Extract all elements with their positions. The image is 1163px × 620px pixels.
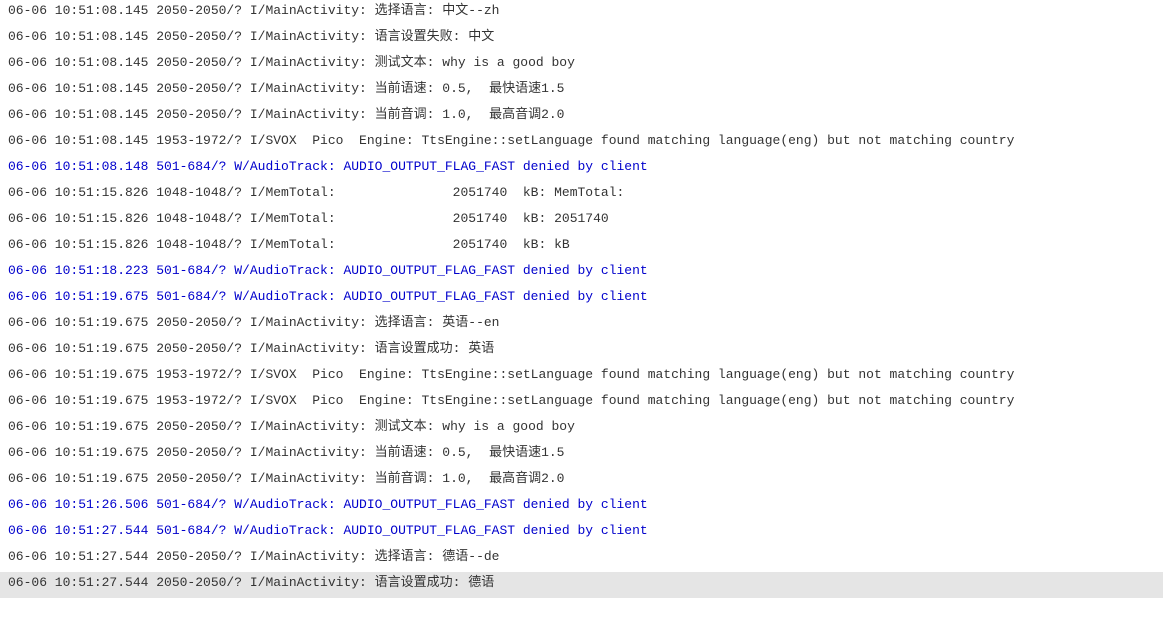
log-text: 06-06 10:51:27.544 2050-2050/? I/MainAct…	[8, 550, 499, 563]
log-line[interactable]: 06-06 10:51:15.826 1048-1048/? I/MemTota…	[0, 182, 1163, 208]
logcat-panel[interactable]: 06-06 10:51:08.145 2050-2050/? I/MainAct…	[0, 0, 1163, 598]
log-line[interactable]: 06-06 10:51:08.145 1953-1972/? I/SVOX Pi…	[0, 130, 1163, 156]
log-text: 06-06 10:51:19.675 2050-2050/? I/MainAct…	[8, 342, 494, 355]
log-line[interactable]: 06-06 10:51:18.223 501-684/? W/AudioTrac…	[0, 260, 1163, 286]
log-line[interactable]: 06-06 10:51:08.145 2050-2050/? I/MainAct…	[0, 78, 1163, 104]
log-text: 06-06 10:51:27.544 501-684/? W/AudioTrac…	[8, 524, 648, 537]
log-line[interactable]: 06-06 10:51:27.544 501-684/? W/AudioTrac…	[0, 520, 1163, 546]
log-text: 06-06 10:51:08.145 2050-2050/? I/MainAct…	[8, 82, 564, 95]
log-text: 06-06 10:51:18.223 501-684/? W/AudioTrac…	[8, 264, 648, 277]
log-text: 06-06 10:51:27.544 2050-2050/? I/MainAct…	[8, 576, 494, 589]
log-line[interactable]: 06-06 10:51:19.675 2050-2050/? I/MainAct…	[0, 416, 1163, 442]
log-line[interactable]: 06-06 10:51:27.544 2050-2050/? I/MainAct…	[0, 572, 1163, 598]
log-text: 06-06 10:51:19.675 501-684/? W/AudioTrac…	[8, 290, 648, 303]
log-line[interactable]: 06-06 10:51:19.675 2050-2050/? I/MainAct…	[0, 338, 1163, 364]
log-text: 06-06 10:51:15.826 1048-1048/? I/MemTota…	[8, 186, 624, 199]
log-line[interactable]: 06-06 10:51:08.145 2050-2050/? I/MainAct…	[0, 0, 1163, 26]
log-line[interactable]: 06-06 10:51:19.675 1953-1972/? I/SVOX Pi…	[0, 390, 1163, 416]
log-text: 06-06 10:51:08.145 2050-2050/? I/MainAct…	[8, 4, 499, 17]
log-text: 06-06 10:51:15.826 1048-1048/? I/MemTota…	[8, 238, 570, 251]
log-text: 06-06 10:51:15.826 1048-1048/? I/MemTota…	[8, 212, 609, 225]
log-line[interactable]: 06-06 10:51:08.148 501-684/? W/AudioTrac…	[0, 156, 1163, 182]
log-text: 06-06 10:51:19.675 2050-2050/? I/MainAct…	[8, 472, 564, 485]
log-text: 06-06 10:51:08.145 2050-2050/? I/MainAct…	[8, 30, 494, 43]
log-text: 06-06 10:51:26.506 501-684/? W/AudioTrac…	[8, 498, 648, 511]
log-text: 06-06 10:51:08.145 1953-1972/? I/SVOX Pi…	[8, 134, 1014, 147]
log-line[interactable]: 06-06 10:51:15.826 1048-1048/? I/MemTota…	[0, 234, 1163, 260]
log-line[interactable]: 06-06 10:51:19.675 1953-1972/? I/SVOX Pi…	[0, 364, 1163, 390]
log-line[interactable]: 06-06 10:51:19.675 2050-2050/? I/MainAct…	[0, 312, 1163, 338]
log-text: 06-06 10:51:19.675 2050-2050/? I/MainAct…	[8, 446, 564, 459]
log-line[interactable]: 06-06 10:51:27.544 2050-2050/? I/MainAct…	[0, 546, 1163, 572]
log-text: 06-06 10:51:08.148 501-684/? W/AudioTrac…	[8, 160, 648, 173]
log-text: 06-06 10:51:19.675 1953-1972/? I/SVOX Pi…	[8, 368, 1014, 381]
log-text: 06-06 10:51:08.145 2050-2050/? I/MainAct…	[8, 108, 564, 121]
log-line[interactable]: 06-06 10:51:08.145 2050-2050/? I/MainAct…	[0, 26, 1163, 52]
log-line[interactable]: 06-06 10:51:19.675 2050-2050/? I/MainAct…	[0, 442, 1163, 468]
log-text: 06-06 10:51:08.145 2050-2050/? I/MainAct…	[8, 56, 575, 69]
log-text: 06-06 10:51:19.675 2050-2050/? I/MainAct…	[8, 316, 499, 329]
log-line[interactable]: 06-06 10:51:19.675 501-684/? W/AudioTrac…	[0, 286, 1163, 312]
log-text: 06-06 10:51:19.675 2050-2050/? I/MainAct…	[8, 420, 575, 433]
log-text: 06-06 10:51:19.675 1953-1972/? I/SVOX Pi…	[8, 394, 1014, 407]
log-line[interactable]: 06-06 10:51:19.675 2050-2050/? I/MainAct…	[0, 468, 1163, 494]
log-line[interactable]: 06-06 10:51:15.826 1048-1048/? I/MemTota…	[0, 208, 1163, 234]
log-line[interactable]: 06-06 10:51:08.145 2050-2050/? I/MainAct…	[0, 52, 1163, 78]
log-line[interactable]: 06-06 10:51:26.506 501-684/? W/AudioTrac…	[0, 494, 1163, 520]
log-line[interactable]: 06-06 10:51:08.145 2050-2050/? I/MainAct…	[0, 104, 1163, 130]
